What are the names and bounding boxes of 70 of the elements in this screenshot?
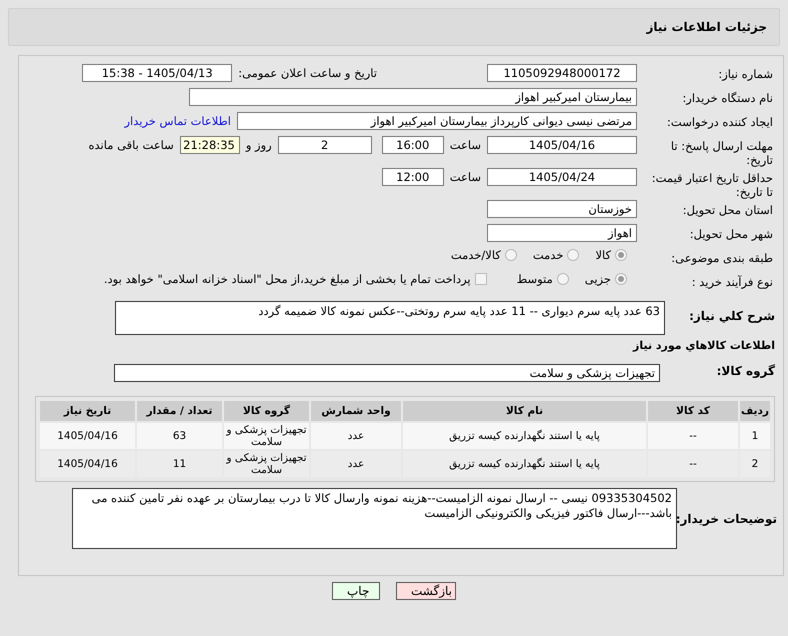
column-header: ردیف (740, 401, 770, 421)
field-label: شهر محل تحویل: (688, 226, 774, 241)
radio-button[interactable] (504, 249, 517, 261)
text-field[interactable]: خوزستان (487, 200, 637, 218)
option-label: کالا/خدمت (450, 248, 501, 262)
text-field[interactable]: اهواز (487, 224, 637, 242)
column-header: تعداد / مقدار (137, 401, 222, 421)
table-cell: 1405/04/16 (40, 423, 135, 449)
text-field[interactable]: 2 (278, 136, 372, 154)
column-header: تاریخ نیاز (40, 401, 135, 421)
text-field[interactable]: 1405/04/24 (487, 168, 637, 186)
text-field[interactable]: 16:00 (382, 136, 444, 154)
section-title: اطلاعات کالاهاي مورد نياز (632, 339, 776, 352)
table-cell: -- (648, 451, 738, 477)
field-label: نام دستگاه خریدار: (681, 90, 774, 105)
option-label: خدمت (532, 248, 564, 262)
field-label: شماره نیاز: (717, 66, 774, 81)
text-field[interactable]: بیمارستان امیرکبیر اهواز (189, 88, 637, 106)
column-header: گروه کالا (224, 401, 309, 421)
field-label: گروه کالا: (716, 364, 776, 378)
notes-field[interactable]: 09335304502 نیسی -- ارسال نمونه الزامیست--هزینه نمونه وارسال کالا تا درب بیمارستان بر عهده نفر تامین کننده می باشد---ارسال فاکتور فیزیکی والکترونیکی الزامیست (72, 488, 677, 549)
text-field[interactable]: 1405/04/13 - 15:38 (82, 64, 232, 82)
field-label: مهلت ارسال پاسخ: تا تاریخ: (670, 138, 774, 167)
back-button[interactable]: بازگشت (396, 582, 456, 600)
field-label: ساعت باقی مانده (88, 138, 174, 152)
table-cell: 63 (137, 423, 222, 449)
option-label: متوسط (516, 272, 553, 286)
radio-button[interactable] (567, 249, 580, 261)
field-label: ساعت (450, 138, 481, 152)
checkbox[interactable] (474, 273, 487, 285)
text-field[interactable]: 12:00 (382, 168, 444, 186)
table-cell: تجهیزات پزشکی و سلامت (224, 451, 309, 477)
table-cell: 1405/04/16 (40, 451, 135, 477)
field-label: نوع فرآیند خرید : (690, 274, 774, 289)
column-header: نام کالا (403, 401, 646, 421)
option-label: کالا (595, 248, 611, 262)
table-cell: پایه یا استند نگهدارنده کیسه تزریق (403, 451, 646, 477)
option-label: پرداخت تمام یا بخشی از مبلغ خرید،از محل "اسناد خزانه اسلامی" خواهد بود. (104, 272, 471, 286)
text-field[interactable]: 1105092948000172 (487, 64, 637, 82)
option-label: جزیی (584, 272, 611, 286)
field-label: روز و (246, 138, 272, 152)
field-label: توضیحات خریدار: (677, 511, 778, 526)
table-cell: -- (648, 423, 738, 449)
contact-link[interactable]: اطلاعات تماس خریدار (124, 114, 231, 128)
table-cell: پایه یا استند نگهدارنده کیسه تزریق (403, 423, 646, 449)
table-cell: 1 (740, 423, 770, 449)
field-label: ساعت (450, 170, 481, 184)
field-label: حداقل تاریخ اعتبار قیمت: تا تاریخ: (650, 170, 774, 199)
radio-button[interactable] (615, 249, 627, 261)
column-header: واحد شمارش (311, 401, 401, 421)
table-cell: 2 (740, 451, 770, 477)
description-field[interactable]: 63 عدد پایه سرم دیواری -- 11 عدد پایه سرم روتختی--عکس نمونه کالا ضمیمه گردد (115, 301, 665, 335)
text-field[interactable]: مرتضی نیسی دیوانی کارپرداز بیمارستان امیرکبیر اهواز (237, 112, 637, 130)
field-label: طبقه بندی موضوعی: (670, 250, 774, 265)
group-field[interactable]: تجهیزات پزشکی و سلامت (114, 364, 660, 382)
radio-button[interactable] (556, 273, 569, 285)
field-label: استان محل تحویل: (682, 202, 774, 217)
column-header: کد کالا (648, 401, 738, 421)
table-cell: عدد (311, 423, 401, 449)
field-label: شرح کلي نياز: (688, 308, 776, 323)
page-title: جزئیات اطلاعات نیاز (646, 20, 767, 34)
field-label: ایجاد کننده درخواست: (666, 114, 774, 129)
table-cell: تجهیزات پزشکی و سلامت (224, 423, 309, 449)
text-field[interactable]: 21:28:35 (180, 136, 240, 154)
table-cell: عدد (311, 451, 401, 477)
radio-button[interactable] (615, 273, 627, 285)
field-label: تاریخ و ساعت اعلان عمومی: (238, 66, 377, 80)
table-cell: 11 (137, 451, 222, 477)
print-button[interactable]: چاپ (332, 582, 380, 600)
text-field[interactable]: 1405/04/16 (487, 136, 637, 154)
